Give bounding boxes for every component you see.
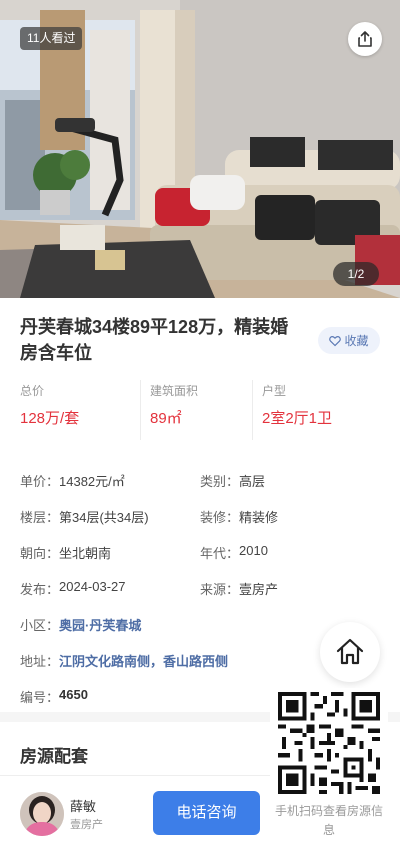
stat-value: 89㎡ (150, 410, 182, 427)
stat-value: 2室2厅1卫 (262, 410, 333, 427)
detail-value: 第34层(共34层) (59, 509, 149, 525)
detail-value: 4650 (59, 686, 88, 702)
detail-value: 精装修 (239, 509, 279, 525)
stat-value: 128万/套 (20, 410, 80, 427)
detail-year: 年代： 2010 (200, 543, 380, 562)
listing-details: 单价： 14382元/㎡ 类别： 高层 楼层： 第34层(共34层) 装修： 精… (20, 462, 380, 714)
detail-unit-price: 单价： 14382元/㎡ (20, 471, 200, 490)
detail-value: 14382元/㎡ (59, 473, 125, 489)
home-icon (336, 638, 364, 665)
stat-label: 户型 (262, 384, 287, 398)
share-button[interactable] (348, 22, 382, 56)
detail-label: 小区： (20, 617, 60, 633)
detail-row: 朝向： 坐北朝南 年代： 2010 (20, 534, 380, 570)
detail-value: 壹房产 (239, 581, 279, 597)
agent-contact-bar: 薛敏 壹房产 电话咨询 (0, 775, 270, 849)
listing-title: 丹芙春城34楼89平128万，精装婚房含车位 (20, 317, 289, 363)
detail-floor: 楼层： 第34层(共34层) (20, 507, 200, 526)
address-link[interactable]: 江阴文化路南侧，香山路西侧 (59, 651, 228, 670)
detail-value: 2010 (239, 542, 268, 558)
stat-label: 建筑面积 (150, 384, 199, 398)
detail-source: 来源： 壹房产 (200, 579, 380, 598)
detail-label: 楼层： (20, 509, 60, 525)
agent-name: 薛敏 (70, 799, 97, 814)
stat-total-price: 总价 128万/套 (20, 380, 140, 440)
detail-label: 发布： (20, 581, 60, 597)
agent-avatar-photo (20, 792, 64, 836)
detail-category: 类别： 高层 (200, 471, 380, 490)
detail-value: 2024-03-27 (59, 578, 126, 594)
detail-row: 发布： 2024-03-27 来源： 壹房产 (20, 570, 380, 606)
call-button[interactable]: 电话咨询 (153, 791, 260, 835)
detail-label: 年代： (200, 545, 240, 561)
stat-area: 建筑面积 89㎡ (140, 380, 252, 440)
detail-decoration: 装修： 精装修 (200, 507, 380, 526)
share-icon (358, 31, 372, 47)
key-stats: 总价 128万/套 建筑面积 89㎡ 户型 2室2厅1卫 (20, 380, 380, 440)
home-button[interactable] (320, 622, 380, 682)
detail-label: 编号： (20, 689, 60, 705)
views-badge: 11人看过 (20, 27, 83, 50)
stat-label: 总价 (20, 384, 45, 398)
favorite-label: 收藏 (344, 334, 369, 348)
detail-value: 坐北朝南 (59, 545, 112, 561)
facilities-section-title: 房源配套 (20, 747, 88, 766)
agent-company: 壹房产 (70, 819, 103, 831)
detail-label: 类别： (200, 473, 240, 489)
listing-photo[interactable]: 11人看过 1/2 (0, 0, 400, 298)
agent-avatar[interactable] (20, 792, 64, 836)
detail-published: 发布： 2024-03-27 (20, 579, 200, 598)
photo-counter: 1/2 (333, 262, 379, 286)
qr-code (278, 692, 380, 794)
heart-outline-icon (329, 335, 342, 346)
detail-row: 单价： 14382元/㎡ 类别： 高层 (20, 462, 380, 498)
detail-community: 小区： 奥园·丹芙春城 (20, 615, 380, 634)
detail-label: 来源： (200, 581, 240, 597)
qr-panel: 手机扫码查看房源信息 (270, 688, 388, 842)
detail-row: 楼层： 第34层(共34层) 装修： 精装修 (20, 498, 380, 534)
detail-label: 地址： (20, 653, 60, 669)
stat-layout: 户型 2室2厅1卫 (252, 380, 380, 440)
detail-label: 朝向： (20, 545, 60, 561)
detail-orientation: 朝向： 坐北朝南 (20, 543, 200, 562)
detail-label: 单价： (20, 473, 60, 489)
detail-value: 高层 (239, 473, 266, 489)
favorite-button[interactable]: 收藏 (318, 327, 380, 354)
qr-caption: 手机扫码查看房源信息 (274, 804, 383, 837)
community-link[interactable]: 奥园·丹芙春城 (59, 615, 141, 634)
detail-label: 装修： (200, 509, 240, 525)
